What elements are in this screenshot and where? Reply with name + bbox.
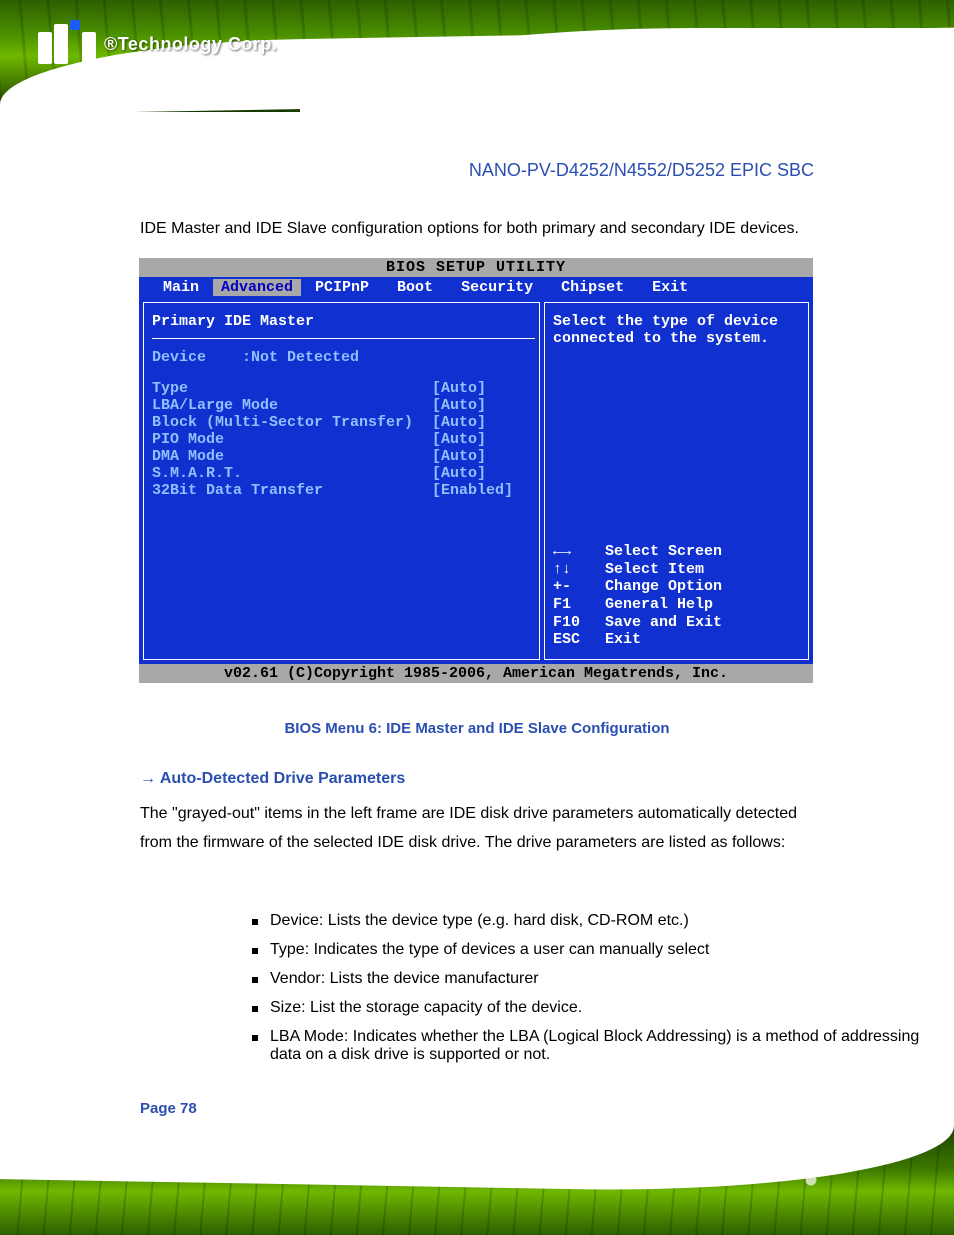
bios-key: +- — [553, 578, 605, 596]
bios-option-value: [Auto] — [432, 465, 486, 482]
bios-key-legend: ←→Select Screen ↑↓Select Item +-Change O… — [553, 543, 800, 649]
bios-option-row[interactable]: S.M.A.R.T.[Auto] — [152, 465, 535, 482]
bios-key-desc: Save and Exit — [605, 614, 722, 632]
bios-key: ESC — [553, 631, 605, 649]
bios-key-desc: General Help — [605, 596, 713, 614]
banner-swoosh — [0, 1125, 954, 1196]
bios-option-value: [Auto] — [432, 431, 486, 448]
bios-option-value: [Auto] — [432, 414, 486, 431]
bottom-banner — [0, 1125, 954, 1235]
bios-key-row: ↑↓Select Item — [553, 561, 800, 579]
bios-option-row[interactable]: LBA/Large Mode[Auto] — [152, 397, 535, 414]
bios-option-label: Block (Multi-Sector Transfer) — [152, 414, 432, 431]
autodetect-paragraph: The "grayed-out" items in the left frame… — [140, 800, 814, 858]
bios-key-desc: Change Option — [605, 578, 722, 596]
doc-title: NANO-PV-D4252/N4552/D5252 EPIC SBC — [469, 160, 814, 181]
bios-key-row: +-Change Option — [553, 578, 800, 596]
bios-tab-advanced[interactable]: Advanced — [213, 279, 301, 296]
bios-right-pane: Select the type of device connected to t… — [544, 302, 809, 660]
iei-logo-text: ®Technology Corp. — [104, 34, 277, 55]
bios-key: F10 — [553, 614, 605, 632]
bios-key-row: ESCExit — [553, 631, 800, 649]
bios-section-title: Primary IDE Master — [152, 313, 535, 338]
list-item: LBA Mode: Indicates whether the LBA (Log… — [270, 1028, 954, 1064]
bios-key: ←→ — [553, 543, 605, 561]
bios-key-desc: Select Item — [605, 561, 704, 579]
bios-option-row[interactable]: 32Bit Data Transfer[Enabled] — [152, 482, 535, 499]
iei-logo-mark — [38, 24, 96, 64]
bios-tab-chipset[interactable]: Chipset — [547, 279, 638, 296]
bios-tab-boot[interactable]: Boot — [383, 279, 447, 296]
bios-option-row[interactable]: PIO Mode[Auto] — [152, 431, 535, 448]
bios-option-label: S.M.A.R.T. — [152, 465, 432, 482]
bios-option-value: [Enabled] — [432, 482, 513, 499]
bios-option-value: [Auto] — [432, 448, 486, 465]
bios-screenshot: BIOS SETUP UTILITY Main Advanced PCIPnP … — [139, 258, 813, 683]
bios-option-label: Type — [152, 380, 432, 397]
bios-key: F1 — [553, 596, 605, 614]
bios-option-label: DMA Mode — [152, 448, 432, 465]
bios-tab-pcipnp[interactable]: PCIPnP — [301, 279, 383, 296]
list-item: Size: List the storage capacity of the d… — [270, 999, 954, 1017]
bios-left-pane: Primary IDE Master Device :Not Detected … — [143, 302, 540, 660]
bios-device-row: Device :Not Detected — [152, 349, 535, 366]
list-item: Vendor: Lists the device manufacturer — [270, 970, 954, 988]
bios-option-label: PIO Mode — [152, 431, 432, 448]
top-banner: ®Technology Corp. — [0, 0, 954, 112]
bios-body: Primary IDE Master Device :Not Detected … — [139, 298, 813, 664]
bios-tab-security[interactable]: Security — [447, 279, 547, 296]
bios-key-row: F10Save and Exit — [553, 614, 800, 632]
bios-title: BIOS SETUP UTILITY — [139, 258, 813, 277]
bios-option-label: 32Bit Data Transfer — [152, 482, 432, 499]
autodetect-list: Device: Lists the device type (e.g. hard… — [270, 912, 954, 1075]
bios-option-label: LBA/Large Mode — [152, 397, 432, 414]
bios-footer: v02.61 (C)Copyright 1985-2006, American … — [139, 664, 813, 683]
bios-option-row[interactable]: DMA Mode[Auto] — [152, 448, 535, 465]
bios-tabs: Main Advanced PCIPnP Boot Security Chips… — [139, 277, 813, 298]
bios-key-row: F1General Help — [553, 596, 800, 614]
list-item: Type: Indicates the type of devices a us… — [270, 941, 954, 959]
bios-key-row: ←→Select Screen — [553, 543, 800, 561]
bios-option-row[interactable]: Block (Multi-Sector Transfer)[Auto] — [152, 414, 535, 431]
bios-tab-exit[interactable]: Exit — [638, 279, 702, 296]
bios-option-value: [Auto] — [432, 397, 486, 414]
bios-divider — [152, 338, 535, 339]
page-number: Page 78 — [140, 1100, 197, 1117]
bios-tab-main[interactable]: Main — [149, 279, 213, 296]
autodetect-heading: → Auto-Detected Drive Parameters — [140, 770, 405, 788]
figure-caption: BIOS Menu 6: IDE Master and IDE Slave Co… — [140, 720, 814, 737]
iei-logo: ®Technology Corp. — [38, 24, 277, 64]
bios-help-text: Select the type of device connected to t… — [553, 313, 800, 348]
bios-option-row[interactable]: Type[Auto] — [152, 380, 535, 397]
list-item: Device: Lists the device type (e.g. hard… — [270, 912, 954, 930]
bios-device-value: :Not Detected — [242, 349, 359, 366]
bios-key-desc: Exit — [605, 631, 641, 649]
bios-key: ↑↓ — [553, 561, 605, 579]
bios-option-value: [Auto] — [432, 380, 486, 397]
intro-paragraph: IDE Master and IDE Slave configuration o… — [140, 220, 814, 238]
bios-key-desc: Select Screen — [605, 543, 722, 561]
